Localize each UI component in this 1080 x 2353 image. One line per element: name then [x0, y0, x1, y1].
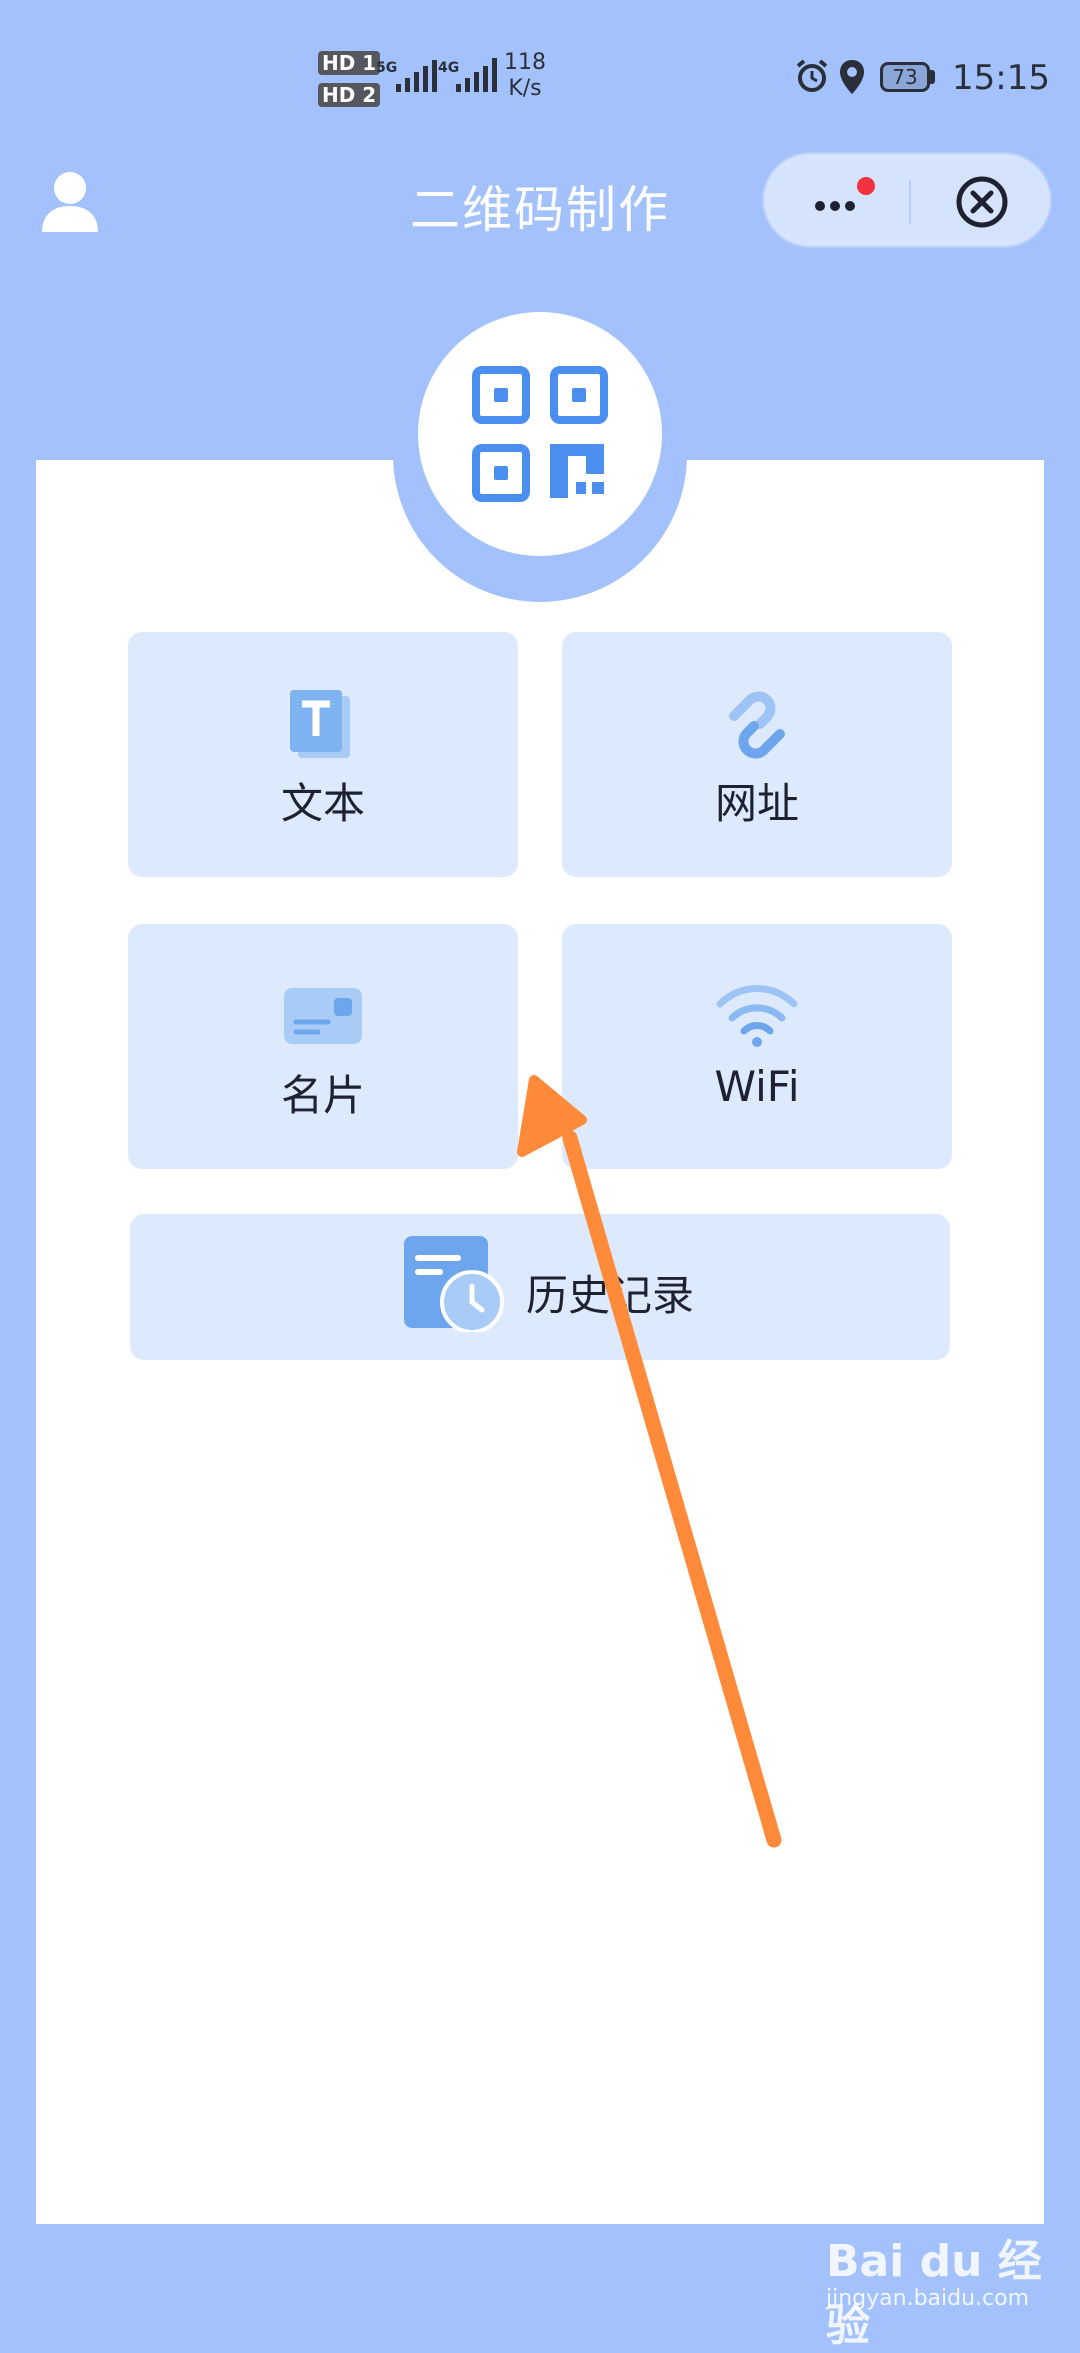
status-bar: HD 1 HD 2 5G 4G 118 K/s 73 15:15: [0, 0, 1080, 150]
wifi-qr-button[interactable]: WiFi: [562, 924, 952, 1169]
clock: 15:15: [952, 58, 1050, 98]
network-type-1: 5G: [376, 60, 398, 76]
logo: [418, 312, 662, 556]
close-button[interactable]: [954, 174, 1010, 234]
signal-strength-icon-2: [456, 58, 497, 92]
url-qr-label: 网址: [714, 779, 799, 828]
text-doc-icon: [290, 690, 350, 758]
qr-code-icon: [472, 366, 608, 502]
watermark-url: jingyan.baidu.com: [826, 2286, 1030, 2311]
wifi-qr-label: WiFi: [714, 1062, 800, 1111]
text-qr-label: 文本: [280, 779, 365, 828]
text-qr-button[interactable]: 文本: [128, 632, 518, 877]
card-qr-button[interactable]: 名片: [128, 924, 518, 1169]
circle-close-icon: [956, 176, 1008, 228]
link-icon: [729, 691, 785, 759]
network-speed: 118 K/s: [504, 50, 546, 101]
signal-strength-icon: [396, 60, 437, 92]
business-card-icon: [284, 988, 362, 1044]
capsule-divider: [909, 180, 911, 224]
history-label: 历史记录: [526, 1271, 695, 1320]
sim2-badge: HD 2: [318, 82, 381, 108]
wifi-icon: [716, 985, 798, 1047]
more-dots-icon: [815, 177, 875, 211]
more-button[interactable]: [808, 174, 878, 230]
url-qr-button[interactable]: 网址: [562, 632, 952, 877]
sim1-badge: HD 1: [318, 50, 381, 76]
battery-level: 73: [880, 62, 930, 92]
mini-program-capsule: [762, 152, 1052, 248]
location-icon: [838, 58, 866, 100]
alarm-icon: [794, 58, 830, 98]
history-icon: [404, 1236, 504, 1332]
card-qr-label: 名片: [280, 1071, 365, 1120]
battery-indicator: 73: [880, 62, 935, 92]
history-button[interactable]: 历史记录: [130, 1214, 950, 1360]
